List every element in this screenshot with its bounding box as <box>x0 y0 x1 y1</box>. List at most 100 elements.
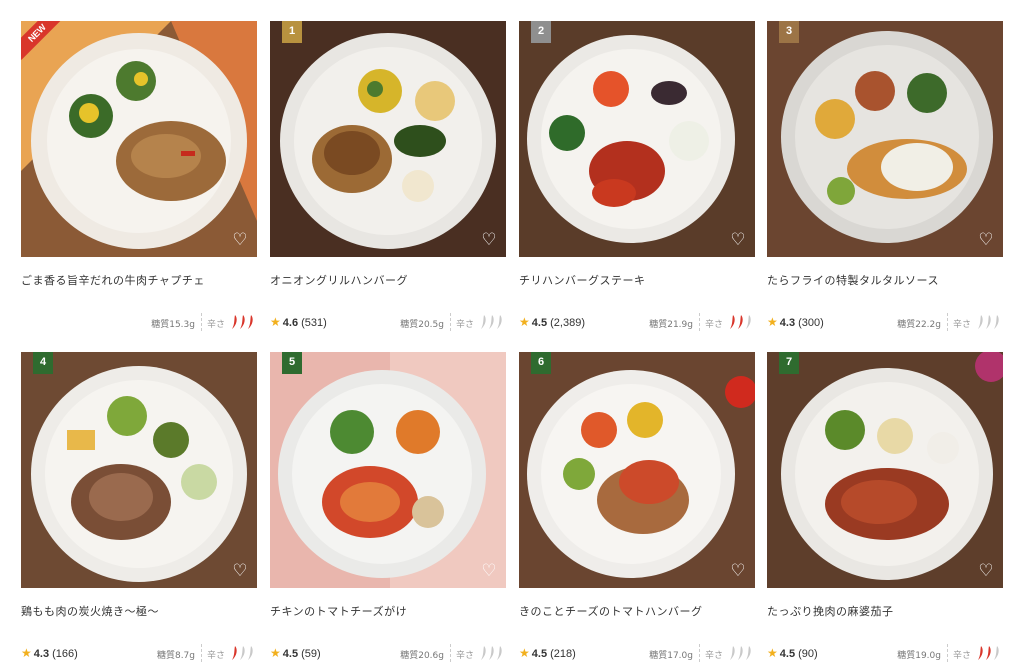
product-photo[interactable]: NEW ♡ <box>21 21 257 257</box>
meta-divider <box>450 644 451 662</box>
review-count[interactable]: (59) <box>301 648 321 660</box>
star-icon: ★ <box>519 646 530 660</box>
product-meta: ★ 4.5 (218) 糖質17.0g 辛さ <box>519 644 755 662</box>
review-count[interactable]: (166) <box>52 648 78 660</box>
chili-pepper-icon <box>248 315 253 329</box>
spice-level-peppers <box>975 314 1001 330</box>
meta-divider <box>201 313 202 331</box>
favorite-heart-icon[interactable]: ♡ <box>977 562 995 580</box>
spice-label: 辛さ <box>206 651 225 661</box>
product-card[interactable]: 5 ♡ チキンのトマトチーズがけ ★ 4.5 (59) 糖質20.6g 辛さ <box>270 352 506 662</box>
product-meta: ★ 4.6 (531) 糖質20.5g 辛さ <box>270 313 506 331</box>
star-icon: ★ <box>21 646 32 660</box>
product-photo[interactable]: 1 ♡ <box>270 21 506 257</box>
meta-divider <box>947 644 948 662</box>
review-count[interactable]: (300) <box>798 317 824 329</box>
favorite-heart-icon[interactable]: ♡ <box>729 562 747 580</box>
product-card[interactable]: 6 ♡ きのことチーズのトマトハンバーグ ★ 4.5 (218) 糖質17.0g … <box>519 352 755 662</box>
chili-pepper-icon <box>497 315 502 329</box>
spice-label: 辛さ <box>206 320 225 330</box>
product-name[interactable]: オニオングリルハンバーグ <box>270 272 506 288</box>
spice-label: 辛さ <box>455 320 474 330</box>
star-icon: ★ <box>767 646 778 660</box>
product-card[interactable]: NEW ♡ ごま香る旨辛だれの牛肉チャプチェ 糖質15.3g 辛さ <box>21 21 257 331</box>
meta-divider <box>699 644 700 662</box>
favorite-heart-icon[interactable]: ♡ <box>480 562 498 580</box>
product-meta: ★ 4.5 (90) 糖質19.0g 辛さ <box>767 644 1003 662</box>
product-card[interactable]: 3 ♡ たらフライの特製タルタルソース ★ 4.3 (300) 糖質22.2g 辛… <box>767 21 1003 331</box>
chili-pepper-icon <box>497 646 502 660</box>
chili-pepper-icon <box>489 646 494 660</box>
rank-badge: 7 <box>779 352 799 374</box>
rating-value: 4.3 <box>779 317 796 329</box>
rating: ★ 4.3 (166) <box>21 646 78 660</box>
chili-pepper-icon <box>481 646 486 660</box>
spice-level-peppers <box>478 314 504 330</box>
meta-divider <box>201 644 202 662</box>
rating: ★ 4.5 (90) <box>767 646 818 660</box>
chili-pepper-icon <box>232 315 237 329</box>
review-count[interactable]: (2,389) <box>550 317 585 329</box>
spice-label: 辛さ <box>455 651 474 661</box>
product-photo[interactable]: 2 ♡ <box>519 21 755 257</box>
chili-pepper-icon <box>248 646 253 660</box>
rating-value: 4.5 <box>779 648 796 660</box>
star-icon: ★ <box>767 315 778 329</box>
review-count[interactable]: (531) <box>301 317 327 329</box>
chili-pepper-icon <box>994 646 999 660</box>
product-name[interactable]: チキンのトマトチーズがけ <box>270 603 506 619</box>
meta-divider <box>947 313 948 331</box>
rating-value: 4.5 <box>282 648 299 660</box>
favorite-heart-icon[interactable]: ♡ <box>977 231 995 249</box>
rating: ★ 4.5 (2,389) <box>519 315 585 329</box>
review-count[interactable]: (218) <box>550 648 576 660</box>
product-card[interactable]: 7 ♡ たっぷり挽肉の麻婆茄子 ★ 4.5 (90) 糖質19.0g 辛さ <box>767 352 1003 662</box>
review-count[interactable]: (90) <box>798 648 818 660</box>
product-name[interactable]: たらフライの特製タルタルソース <box>767 272 1003 288</box>
product-photo[interactable]: 4 ♡ <box>21 352 257 588</box>
favorite-heart-icon[interactable]: ♡ <box>231 562 249 580</box>
product-photo[interactable]: 7 ♡ <box>767 352 1003 588</box>
chili-pepper-icon <box>730 646 735 660</box>
food-image <box>519 352 755 588</box>
rank-badge: 4 <box>33 352 53 374</box>
chili-pepper-icon <box>730 315 735 329</box>
chili-pepper-icon <box>986 646 991 660</box>
product-name[interactable]: チリハンバーグステーキ <box>519 272 755 288</box>
product-card[interactable]: 4 ♡ 鶏もも肉の炭火焼き～極～ ★ 4.3 (166) 糖質8.7g 辛さ <box>21 352 257 662</box>
spice-label: 辛さ <box>704 320 723 330</box>
product-name[interactable]: 鶏もも肉の炭火焼き～極～ <box>21 603 257 619</box>
chili-pepper-icon <box>240 646 245 660</box>
spice-level-peppers <box>975 645 1001 661</box>
product-photo[interactable]: 5 ♡ <box>270 352 506 588</box>
product-name[interactable]: きのことチーズのトマトハンバーグ <box>519 603 755 619</box>
star-icon: ★ <box>519 315 530 329</box>
favorite-heart-icon[interactable]: ♡ <box>480 231 498 249</box>
product-meta: 糖質15.3g 辛さ <box>21 313 257 331</box>
spice-level-peppers <box>727 645 753 661</box>
sugar-content: 糖質15.3g <box>151 320 195 330</box>
product-card[interactable]: 2 ♡ チリハンバーグステーキ ★ 4.5 (2,389) 糖質21.9g 辛さ <box>519 21 755 331</box>
spice-label: 辛さ <box>704 651 723 661</box>
food-image <box>767 352 1003 588</box>
chili-pepper-icon <box>746 646 751 660</box>
favorite-heart-icon[interactable]: ♡ <box>231 231 249 249</box>
product-name[interactable]: たっぷり挽肉の麻婆茄子 <box>767 603 1003 619</box>
rank-badge: 2 <box>531 21 551 43</box>
product-meta: ★ 4.5 (2,389) 糖質21.9g 辛さ <box>519 313 755 331</box>
rank-badge: 3 <box>779 21 799 43</box>
product-meta: ★ 4.3 (300) 糖質22.2g 辛さ <box>767 313 1003 331</box>
product-photo[interactable]: 6 ♡ <box>519 352 755 588</box>
meta-divider <box>699 313 700 331</box>
product-photo[interactable]: 3 ♡ <box>767 21 1003 257</box>
chili-pepper-icon <box>738 646 743 660</box>
product-name[interactable]: ごま香る旨辛だれの牛肉チャプチェ <box>21 272 257 288</box>
sugar-content: 糖質20.5g <box>400 320 444 330</box>
rating-value: 4.5 <box>531 648 548 660</box>
chili-pepper-icon <box>240 315 245 329</box>
rank-badge: 1 <box>282 21 302 43</box>
favorite-heart-icon[interactable]: ♡ <box>729 231 747 249</box>
food-image <box>270 21 506 257</box>
food-image <box>21 352 257 588</box>
product-card[interactable]: 1 ♡ オニオングリルハンバーグ ★ 4.6 (531) 糖質20.5g 辛さ <box>270 21 506 331</box>
